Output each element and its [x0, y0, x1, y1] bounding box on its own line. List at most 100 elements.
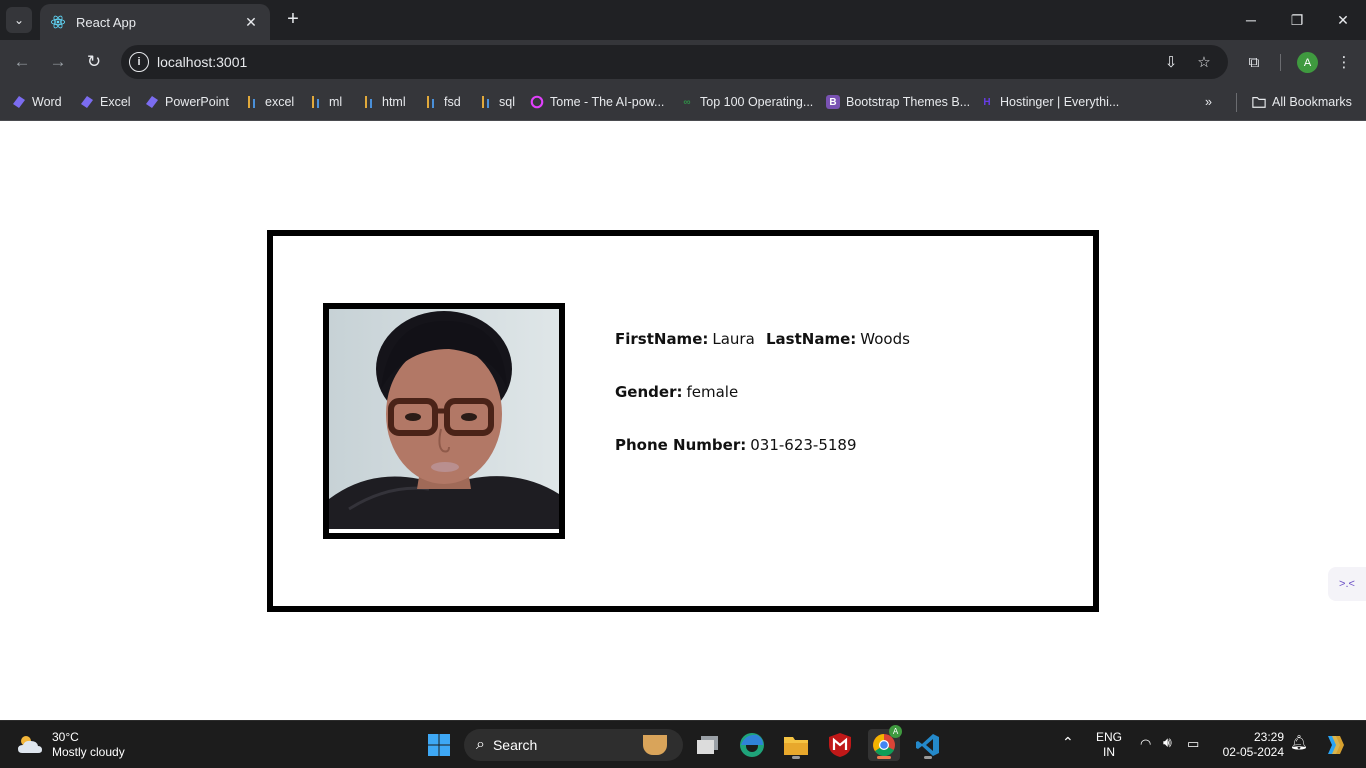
arrow-right-icon: → — [49, 52, 67, 71]
bookmark-label: Top 100 Operating... — [700, 95, 814, 109]
task-view-button[interactable] — [692, 729, 724, 761]
bookmark-html[interactable]: html — [362, 92, 406, 112]
extensions-icon[interactable]: ⧉ — [1243, 51, 1265, 73]
vscode-icon — [916, 734, 939, 756]
show-hidden-icons-button[interactable]: ⌃ — [1062, 735, 1074, 750]
tab-title: React App — [76, 14, 136, 30]
bookmark-fsd[interactable]: fsd — [424, 92, 461, 112]
first-name-row: FirstName: Laura — [615, 330, 755, 348]
profile-photo-frame — [323, 303, 565, 539]
reload-icon: ↻ — [86, 52, 102, 71]
language-label: ENG — [1096, 730, 1123, 744]
bookmark-label: sql — [499, 95, 515, 109]
bookmark-hostinger[interactable]: H Hostinger | Everythi... — [980, 92, 1119, 112]
back-button[interactable]: ← — [9, 49, 35, 75]
page-content: FirstName: Laura LastName: Woods Gender: fe… — [0, 121, 1366, 720]
copilot-button[interactable] — [1322, 733, 1346, 761]
profile-photo — [329, 309, 559, 529]
taskbar-search-label: Search — [492, 737, 538, 753]
copilot-pre-icon — [1328, 736, 1344, 754]
address-bar[interactable]: i localhost:3001 ⇩ ☆ — [121, 45, 1228, 79]
bookmark-label: html — [382, 95, 406, 109]
bookmark-label: PowerPoint — [165, 95, 229, 109]
task-view-icon — [697, 736, 718, 754]
input-language-indicator[interactable]: ENG IN — [1096, 730, 1122, 760]
gender-value: female — [686, 383, 739, 401]
arrow-left-icon: ← — [13, 52, 31, 71]
bookmark-bootstrap[interactable]: B Bootstrap Themes B... — [826, 92, 970, 112]
wifi-icon: ◠ — [1140, 736, 1152, 751]
last-name-row: LastName: Woods — [766, 330, 910, 348]
bell-icon: 🔔︎ — [1290, 734, 1308, 750]
browser-toolbar: ← → ↻ i localhost:3001 ⇩ ☆ ⧉ A ⋮ — [0, 40, 1366, 84]
weather-widget[interactable]: 30°C Mostly cloudy — [16, 729, 125, 761]
forward-button[interactable]: → — [45, 49, 71, 75]
last-name-value: Woods — [860, 330, 910, 348]
bookmarks-divider — [1236, 93, 1237, 112]
bookmark-excel[interactable]: Excel — [80, 92, 131, 112]
taskbar-search[interactable]: ⌕ Search — [464, 729, 683, 761]
close-window-button[interactable]: ✕ — [1320, 0, 1366, 40]
bookmark-label: fsd — [444, 95, 461, 109]
search-highlight-icon — [643, 735, 667, 755]
bars-icon — [309, 95, 323, 109]
vscode-app-button[interactable] — [912, 729, 944, 761]
more-bookmarks-button[interactable]: » — [1205, 92, 1212, 112]
volume-button[interactable]: 🔊︎ — [1163, 735, 1172, 750]
install-app-icon[interactable]: ⇩ — [1161, 52, 1181, 72]
bookmark-word[interactable]: Word — [12, 92, 62, 112]
bookmark-star-icon[interactable]: ☆ — [1194, 52, 1214, 72]
bookmark-top100[interactable]: ∞ Top 100 Operating... — [680, 92, 813, 112]
bookmarks-bar: Word Excel PowerPoint excel ml html fsd … — [0, 84, 1366, 121]
edge-icon — [740, 733, 764, 757]
cloudy-icon — [18, 736, 42, 753]
toolbar-divider — [1280, 54, 1281, 71]
last-name-label: LastName: — [766, 330, 857, 348]
bars-icon — [424, 95, 438, 109]
tab-close-icon[interactable]: ✕ — [242, 14, 260, 31]
all-bookmarks-label: All Bookmarks — [1272, 95, 1352, 109]
bookmark-label: Tome - The AI-pow... — [550, 95, 665, 109]
profile-avatar[interactable]: A — [1297, 52, 1318, 73]
double-chevron-right-icon: » — [1205, 95, 1212, 109]
tome-icon — [530, 95, 544, 109]
bookmark-excel-folder[interactable]: excel — [245, 92, 294, 112]
folder-icon — [784, 737, 808, 755]
file-explorer-button[interactable] — [780, 729, 812, 761]
bookmark-tome[interactable]: Tome - The AI-pow... — [530, 92, 664, 112]
minimize-button[interactable]: ─ — [1228, 0, 1274, 40]
all-bookmarks-button[interactable]: All Bookmarks — [1252, 92, 1352, 112]
react-icon — [50, 15, 66, 29]
new-tab-button[interactable]: + — [282, 8, 304, 30]
url-text[interactable]: localhost:3001 — [157, 54, 247, 70]
bookmark-powerpoint[interactable]: PowerPoint — [145, 92, 229, 112]
site-info-icon[interactable]: i — [129, 52, 149, 72]
weather-temperature: 30°C — [52, 730, 79, 744]
clock[interactable]: 23:29 02-05-2024 — [1218, 730, 1284, 760]
restore-button[interactable]: ❐ — [1274, 0, 1320, 40]
mcafee-app-button[interactable] — [824, 729, 856, 761]
bookmark-label: Bootstrap Themes B... — [846, 95, 971, 109]
clock-date: 02-05-2024 — [1222, 745, 1284, 759]
region-label: IN — [1103, 745, 1115, 759]
first-name-value: Laura — [712, 330, 755, 348]
windows-logo-icon — [428, 734, 450, 756]
phone-row: Phone Number: 031-623-5189 — [615, 436, 857, 454]
battery-icon: ▭ — [1187, 736, 1200, 751]
menu-kebab-icon[interactable]: ⋮ — [1333, 51, 1355, 73]
wifi-button[interactable]: ◠ — [1140, 736, 1151, 751]
tab-react-app[interactable]: React App ✕ — [40, 4, 270, 40]
battery-button[interactable]: ▭ — [1187, 736, 1199, 751]
gfg-icon: ∞ — [683, 96, 691, 108]
mcafee-shield-icon — [829, 733, 851, 757]
notifications-button[interactable]: 🔔︎ — [1290, 735, 1308, 750]
side-extension-button[interactable]: >.< — [1328, 567, 1366, 601]
chrome-app-button[interactable]: A — [868, 725, 902, 761]
code-icon: >.< — [1339, 578, 1355, 590]
reload-button[interactable]: ↻ — [81, 49, 107, 75]
bookmark-ml[interactable]: ml — [309, 92, 342, 112]
tab-search-button[interactable]: ⌄ — [6, 7, 32, 33]
bookmark-sql[interactable]: sql — [479, 92, 515, 112]
edge-app-button[interactable] — [736, 729, 768, 761]
start-button[interactable] — [423, 729, 455, 761]
